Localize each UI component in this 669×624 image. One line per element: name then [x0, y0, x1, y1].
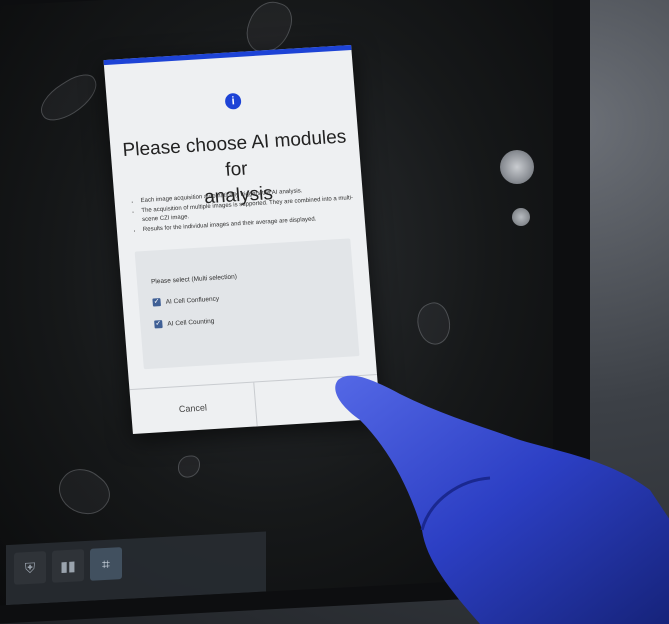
info-icon: i	[224, 92, 242, 110]
shield-icon[interactable]: ⛨	[14, 551, 46, 585]
option-label: AI Cell Counting	[167, 317, 215, 328]
select-heading: Please select (Multi selection)	[150, 273, 238, 286]
checkbox-checked-icon[interactable]: ✓	[154, 320, 163, 329]
device-knob	[500, 150, 534, 184]
cell-image	[50, 459, 118, 525]
cancel-button[interactable]: Cancel	[129, 383, 256, 434]
app-taskbar: ⛨ ▮▮ ⌗	[6, 531, 266, 606]
bar-chart-icon[interactable]: ▮▮	[52, 549, 84, 583]
cell-image	[178, 454, 200, 479]
option-ai-cell-confluency[interactable]: ✓ AI Cell Confluency	[152, 293, 219, 309]
module-select-panel: Please select (Multi selection) ✓ AI Cel…	[134, 238, 360, 370]
checkbox-checked-icon[interactable]: ✓	[152, 298, 161, 307]
device-button	[512, 208, 530, 226]
photo-scene: ⛨ ▮▮ ⌗ i Please choose AI modules for an…	[0, 0, 669, 624]
cell-image	[34, 67, 104, 129]
option-label: AI Cell Confluency	[165, 295, 220, 306]
ai-analysis-icon[interactable]: ⌗	[90, 547, 122, 581]
gloved-hand	[335, 375, 669, 624]
option-ai-cell-counting[interactable]: ✓ AI Cell Counting	[154, 315, 215, 331]
cell-image	[411, 298, 457, 350]
